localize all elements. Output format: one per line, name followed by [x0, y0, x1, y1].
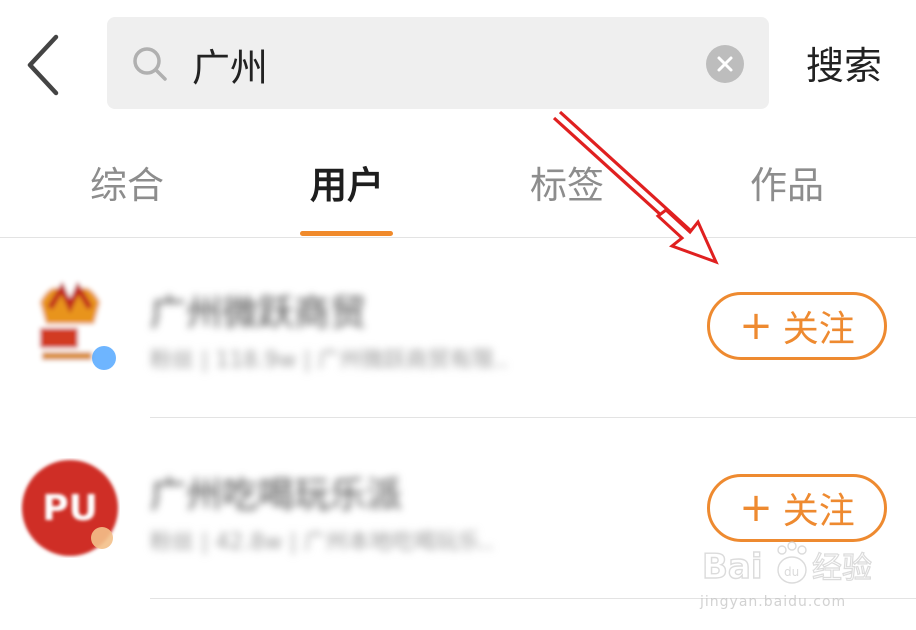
chevron-left-icon [27, 34, 59, 96]
svg-text:经验: 经验 [812, 551, 872, 586]
svg-text:Bai: Bai [702, 547, 763, 587]
close-icon [717, 56, 733, 72]
baidu-paw-icon: Bai du 经验 [701, 541, 873, 588]
avatar[interactable]: PU [20, 458, 120, 558]
tab-users[interactable]: 用户 [267, 158, 427, 214]
active-tab-indicator [300, 231, 393, 236]
avatar[interactable] [20, 272, 120, 372]
follow-label: 关注 [782, 309, 855, 350]
svg-text:PU: PU [42, 488, 98, 529]
tabs-divider [0, 237, 916, 238]
clear-search-button[interactable] [706, 45, 744, 83]
user-meta: 粉丝 | 42.8w | 广州本地吃喝玩乐.. [150, 530, 494, 555]
svg-text:du: du [784, 565, 799, 579]
user-meta: 粉丝 | 118.9w | 广州微跃商贸有限.. [150, 348, 508, 373]
search-button[interactable]: 搜索 [806, 40, 882, 92]
baidu-jingyan-watermark: Bai du 经验 jingyan.baidu.com [700, 540, 900, 620]
watermark-url: jingyan.baidu.com [700, 594, 847, 610]
tab-comprehensive[interactable]: 综合 [47, 158, 207, 214]
plus-icon: + [739, 303, 773, 349]
plus-icon: + [739, 485, 773, 531]
follow-button[interactable]: + 关注 [707, 474, 887, 542]
follow-button[interactable]: + 关注 [707, 292, 887, 360]
search-icon [133, 47, 167, 81]
user-name: 广州微跃商贸 [150, 293, 367, 334]
annotation-arrow [552, 110, 719, 265]
search-input[interactable] [192, 38, 672, 90]
user-name: 广州吃喝玩乐派 [150, 475, 403, 516]
follow-label: 关注 [782, 491, 855, 532]
back-button[interactable] [18, 30, 66, 100]
